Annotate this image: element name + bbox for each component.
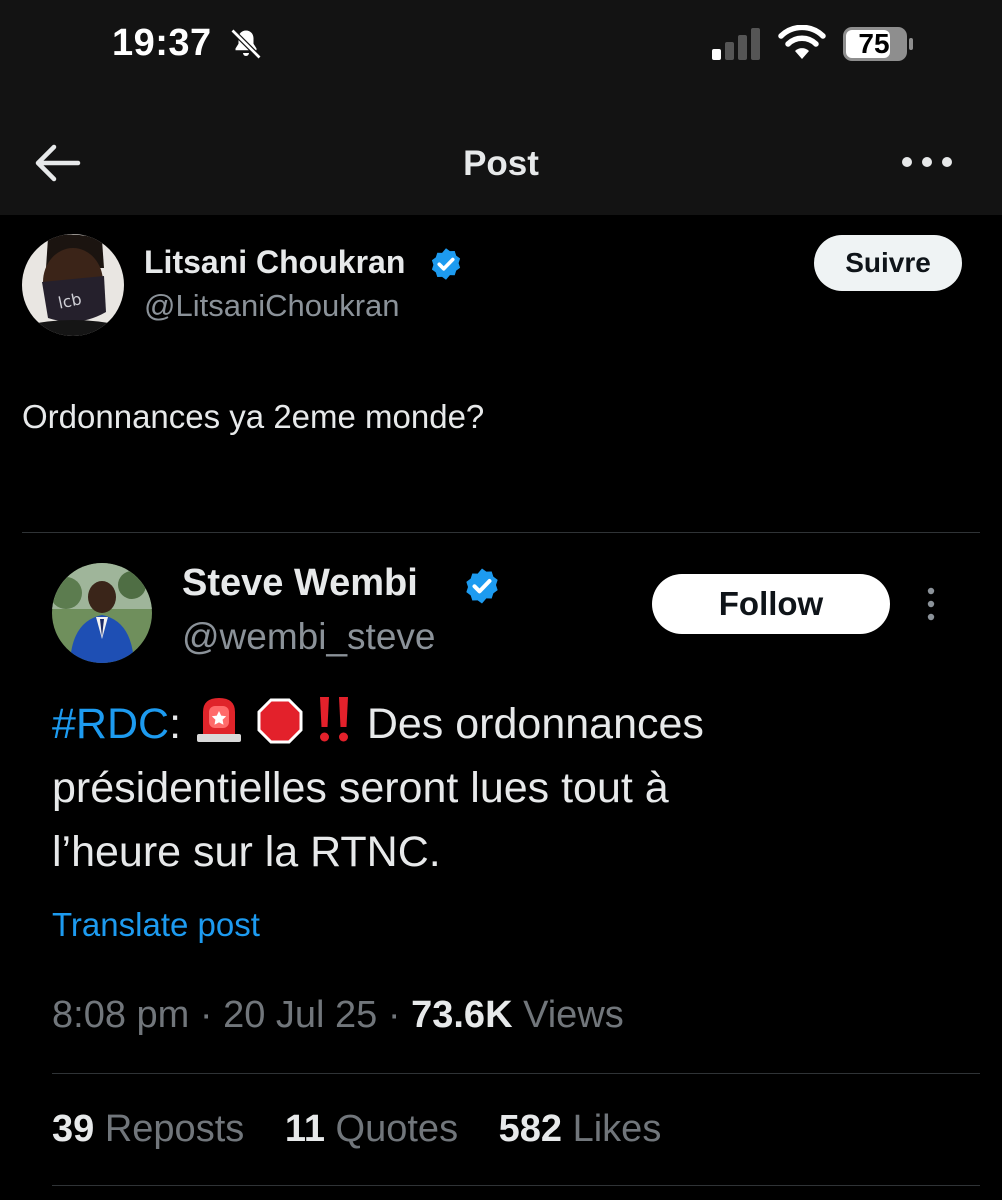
follow-button[interactable]: Follow [652, 574, 890, 634]
verified-badge-icon [431, 248, 461, 280]
quotes-stat[interactable]: 11 Quotes [285, 1108, 458, 1150]
divider [52, 1185, 980, 1186]
nav-bar: Post [0, 90, 1002, 215]
more-vertical-icon[interactable] [922, 586, 940, 622]
quoted-text-line-2: présidentielles seront lues tout à [52, 764, 669, 812]
post-meta: 8:08 pm · 20 Jul 25 · 73.6K Views [52, 994, 624, 1037]
follow-button[interactable]: Suivre [814, 235, 962, 291]
colon: : [169, 700, 182, 748]
reposts-label: Reposts [104, 1108, 245, 1150]
engagement-stats: 39 Reposts 11 Quotes 582 Likes [52, 1108, 661, 1151]
likes-stat[interactable]: 582 Likes [499, 1108, 662, 1150]
hashtag-link[interactable]: #RDC [52, 700, 169, 748]
quotes-label: Quotes [335, 1108, 459, 1150]
stop-sign-icon [257, 698, 303, 744]
status-time: 19:37 [112, 22, 212, 64]
quoted-author-handle[interactable]: @wembi_steve [182, 616, 436, 658]
page-title: Post [463, 144, 539, 183]
wifi-icon [778, 25, 826, 59]
quotes-count: 11 [284, 1108, 325, 1150]
quoted-post-line-1: #RDC: Des ordonnances [52, 692, 952, 756]
views-count: 73.6K [411, 994, 513, 1036]
avatar[interactable]: lcb [22, 234, 124, 336]
quoted-avatar[interactable] [52, 563, 152, 663]
views-label: Views [523, 994, 624, 1036]
more-horizontal-icon[interactable] [900, 152, 954, 172]
author-handle[interactable]: @LitsaniChoukran [144, 288, 400, 324]
battery-level: 75 [858, 28, 890, 59]
status-bar: 19:37 75 [0, 0, 1002, 90]
divider [52, 1073, 980, 1074]
separator: · [387, 994, 401, 1036]
likes-count: 582 [498, 1108, 563, 1150]
post-text: Ordonnances ya 2eme monde? [22, 398, 485, 435]
likes-label: Likes [572, 1108, 662, 1150]
reposts-stat[interactable]: 39 Reposts [52, 1108, 244, 1150]
bell-slash-icon [230, 28, 262, 60]
divider [22, 532, 980, 533]
translate-post-link[interactable]: Translate post [52, 906, 260, 944]
post-date: 20 Jul 25 [223, 994, 378, 1036]
post-time: 8:08 pm [52, 994, 190, 1036]
quoted-post-text: #RDC: Des ordonnances présidentielles se… [52, 692, 952, 884]
cellular-signal-icon [712, 28, 760, 60]
quoted-author-name[interactable]: Steve Wembi [182, 562, 418, 605]
police-light-icon [196, 698, 241, 742]
separator: · [199, 994, 213, 1036]
verified-badge-icon [466, 568, 498, 604]
double-exclamation-icon [319, 697, 348, 742]
reposts-count: 39 [52, 1108, 95, 1150]
quoted-text-line-3: l’heure sur la RTNC. [52, 828, 441, 876]
quoted-text-line-1: Des ordonnances [366, 700, 704, 748]
author-name[interactable]: Litsani Choukran [144, 244, 405, 281]
